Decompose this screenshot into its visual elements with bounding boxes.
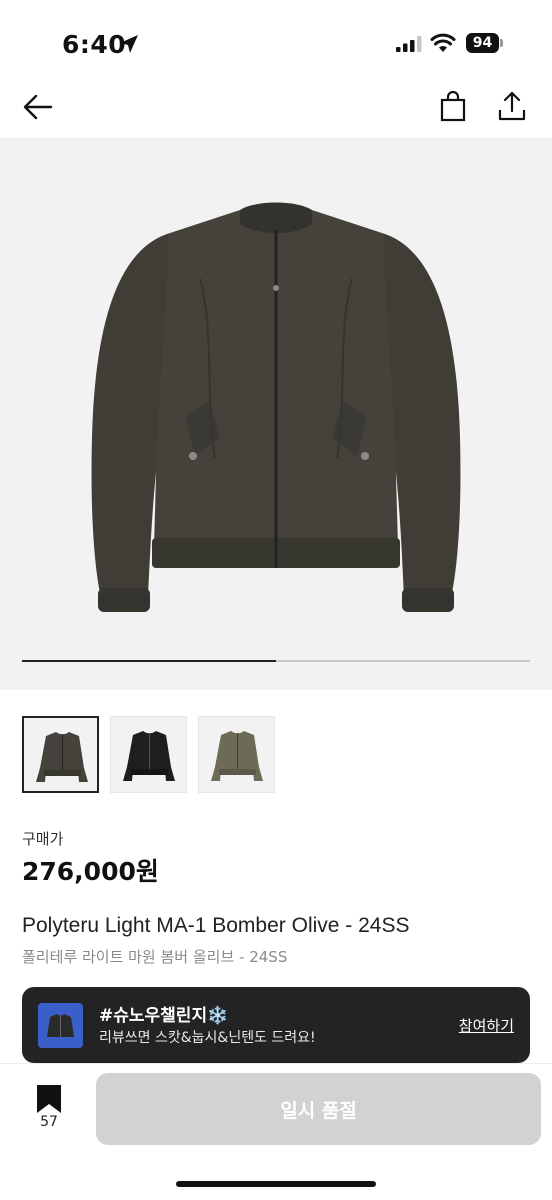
signal-icon xyxy=(396,36,422,52)
promo-thumbnail xyxy=(38,1003,83,1048)
promo-subtitle: 리뷰쓰면 스캇&눕시&닌텐도 드려요! xyxy=(99,1030,316,1046)
status-bar: 6:40 94 xyxy=(0,0,552,88)
promo-hashtag: #슈노우챌린지 xyxy=(99,1006,208,1026)
product-image xyxy=(91,202,461,612)
sold-out-button[interactable]: 일시 품절 xyxy=(96,1073,541,1145)
shopping-bag-icon xyxy=(440,90,466,122)
wifi-icon xyxy=(430,33,456,52)
nav-bar xyxy=(0,88,552,138)
product-title-ko: 폴리테루 라이트 마원 봄버 올리브 - 24SS xyxy=(22,948,288,966)
back-button[interactable] xyxy=(22,91,54,123)
thumbnail-strip xyxy=(22,716,275,793)
share-icon xyxy=(498,91,526,121)
price-value: 276,000원 xyxy=(22,857,159,886)
battery-icon: 94 xyxy=(466,33,504,53)
bookmark-count: 57 xyxy=(40,1114,58,1130)
participate-link[interactable]: 참여하기 xyxy=(459,1015,514,1036)
jacket-thumbnail-image xyxy=(123,731,175,781)
price-label: 구매가 xyxy=(22,830,64,848)
arrow-left-icon xyxy=(23,94,53,120)
bookmark-button[interactable]: 57 xyxy=(34,1084,64,1140)
location-arrow-icon xyxy=(120,35,138,53)
thumbnail-olive-dark[interactable] xyxy=(22,716,99,793)
battery-level: 94 xyxy=(466,33,499,53)
image-progress-bar xyxy=(22,660,530,662)
bottom-bar-divider xyxy=(0,1063,552,1064)
promo-banner[interactable]: #슈노우챌린지❄️ 리뷰쓰면 스캇&눕시&닌텐도 드려요! 참여하기 xyxy=(22,987,530,1063)
product-title-en: Polyteru Light MA-1 Bomber Olive - 24SS xyxy=(22,914,410,937)
share-button[interactable] xyxy=(496,90,528,122)
status-time: 6:40 xyxy=(62,30,127,59)
product-image-carousel[interactable] xyxy=(0,138,552,690)
bookmark-icon xyxy=(37,1085,61,1113)
jacket-thumbnail-image xyxy=(211,731,263,781)
home-indicator xyxy=(176,1181,376,1187)
thumbnail-olive-light[interactable] xyxy=(198,716,275,793)
snowflake-icon: ❄️ xyxy=(207,1006,229,1026)
promo-title: #슈노우챌린지❄️ xyxy=(99,1001,228,1026)
jacket-thumbnail-image xyxy=(36,732,88,782)
shopping-bag-button[interactable] xyxy=(437,90,469,122)
thumbnail-black[interactable] xyxy=(110,716,187,793)
image-progress-fill xyxy=(22,660,276,662)
